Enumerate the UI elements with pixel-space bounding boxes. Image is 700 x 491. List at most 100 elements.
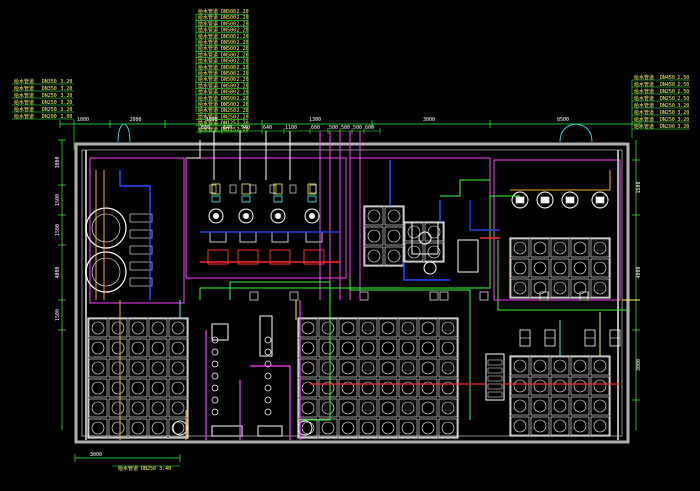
grid-cell-circle xyxy=(553,419,567,433)
schedule-pipe-size: DN500 xyxy=(221,46,236,52)
schedule-elevation: 3.20 xyxy=(60,107,72,113)
dim-text-right: 4000 xyxy=(636,266,642,278)
tank-grid-right-upper xyxy=(509,237,611,299)
pipe-schedules: 给水管道 DN500 2.20给水管道 DN500 2.20给水管道 DN500 2.20给… xyxy=(12,8,690,150)
blue-pipe xyxy=(403,262,450,281)
grid-cell-circle xyxy=(361,341,375,355)
schedule-elevation: 2.50 xyxy=(677,96,689,102)
pump-base xyxy=(271,231,289,243)
schedule-line-label: 给水管道 xyxy=(198,33,218,40)
dim-text-left: 1500 xyxy=(55,224,61,236)
schedule-line-label: 给水管道 xyxy=(198,14,218,21)
grid-cell-circle xyxy=(401,401,415,415)
schedule-line-label: 给水管道 xyxy=(198,95,218,102)
schedule-line-label: 给水管道 xyxy=(14,106,34,113)
grid-cell-circle xyxy=(171,361,185,375)
grid-cell-circle xyxy=(553,281,567,295)
bottom-pipe-label: 给水管道 DN250 3.40 xyxy=(118,465,171,472)
grid-cell-circle xyxy=(513,399,527,413)
pipe-schedule-left: 给水管道 DN350 3.20给水管道 DN350 3.20给水管道 DN250 3.20给… xyxy=(12,78,74,120)
breaker xyxy=(487,375,503,382)
gauge xyxy=(229,184,237,194)
grid-cell-circle xyxy=(533,261,547,275)
bottom-pump xyxy=(257,425,283,437)
grid-cell-circle xyxy=(593,241,607,255)
dim-text-left: 1500 xyxy=(55,309,61,321)
schedule-elevation: 1.00 xyxy=(60,114,72,120)
dosing-pump-core xyxy=(515,196,525,204)
dim-text-left: 1500 xyxy=(55,194,61,206)
grid-frame xyxy=(509,355,611,437)
schedule-line-label: 给水管道 xyxy=(634,116,654,123)
grid-cell-circle xyxy=(533,419,547,433)
grid-cell-circle xyxy=(421,361,435,375)
grid-cell-circle xyxy=(381,361,395,375)
grid-cell-circle xyxy=(381,321,395,335)
schedule-line-label: 给水管道 xyxy=(198,82,218,89)
schedule-line-label: 给水管道 xyxy=(634,81,654,88)
gauge xyxy=(289,184,297,194)
pump-core xyxy=(213,213,219,219)
grid-cell-circle xyxy=(401,321,415,335)
dosing-pump-core xyxy=(565,196,575,204)
grid-cell-circle xyxy=(513,419,527,433)
schedule-pipe-size: DN250 xyxy=(42,107,57,113)
schedule-line-label: 给水管道 xyxy=(198,89,218,96)
dim-text-top: 3000 xyxy=(206,117,218,123)
dim-text-bottom: 3000 xyxy=(90,452,102,458)
schedule-pipe-size: DN500 xyxy=(221,65,236,71)
grid-cell-circle xyxy=(407,245,421,259)
door-arc xyxy=(559,123,593,143)
grid-cell-circle xyxy=(421,401,435,415)
grid-cell-circle xyxy=(593,359,607,373)
schedule-line-label: 给水管道 xyxy=(198,107,218,114)
grid-cell-circle xyxy=(91,401,105,415)
schedule-elevation: 2.20 xyxy=(237,65,249,71)
grid-cell-circle xyxy=(573,241,587,255)
small-valve xyxy=(264,348,272,356)
schedule-elevation: 2.50 xyxy=(677,89,689,95)
schedule-line-label: 给水管道 xyxy=(14,92,34,99)
grid-cell-circle xyxy=(533,241,547,255)
schedule-pipe-size: DN500 xyxy=(221,83,236,89)
schedule-line-label: 给水管道 xyxy=(14,113,34,120)
grid-cell-circle xyxy=(301,361,315,375)
grid-cell-circle xyxy=(171,321,185,335)
dosing-pump-core xyxy=(595,196,605,204)
column xyxy=(479,291,489,301)
manifold-block xyxy=(129,245,153,255)
grid-cell-circle xyxy=(301,341,315,355)
pipe-routes xyxy=(95,131,640,440)
dim-text-top: 2000 xyxy=(130,117,142,123)
grid-cell-circle xyxy=(91,421,105,435)
grid-cell-circle xyxy=(441,321,455,335)
schedule-elevation: 2.20 xyxy=(237,71,249,77)
grid-cell-circle xyxy=(367,249,381,263)
schedule-pipe-size: DN500 xyxy=(221,9,236,15)
schedule-pipe-size: DN500 xyxy=(221,102,236,108)
schedule-elevation: 2.20 xyxy=(237,9,249,15)
gauge xyxy=(209,184,217,194)
schedule-pipe-size: DN500 xyxy=(221,21,236,27)
grid-cell-circle xyxy=(401,341,415,355)
grid-cell-circle xyxy=(553,261,567,275)
control-cabinet xyxy=(457,239,479,273)
grid-cell-circle xyxy=(573,261,587,275)
grid-cell-circle xyxy=(553,241,567,255)
schedule-pipe-size: DN500 xyxy=(221,28,236,34)
grid-cell-circle xyxy=(151,361,165,375)
small-valve xyxy=(211,360,219,368)
pipe-schedule-right: 给水管道 DN450 2.50给水管道 DN450 2.50给水管道 DN250 2.50给… xyxy=(632,74,690,130)
grid-cell-circle xyxy=(91,341,105,355)
grid-cell-circle xyxy=(131,361,145,375)
schedule-elevation: 2.20 xyxy=(237,59,249,65)
grid-cell-circle xyxy=(441,361,455,375)
grid-cell-circle xyxy=(533,359,547,373)
dim-text-top: 1300 xyxy=(309,117,321,123)
grid-cell-circle xyxy=(91,321,105,335)
schedule-pipe-size: DN500 xyxy=(221,59,236,65)
schedule-line-label: 给水管道 xyxy=(634,109,654,116)
schedule-elevation: 2.20 xyxy=(237,34,249,40)
schedule-pipe-size: DN250 xyxy=(42,100,57,106)
tank-grid-mid-small xyxy=(363,205,405,267)
